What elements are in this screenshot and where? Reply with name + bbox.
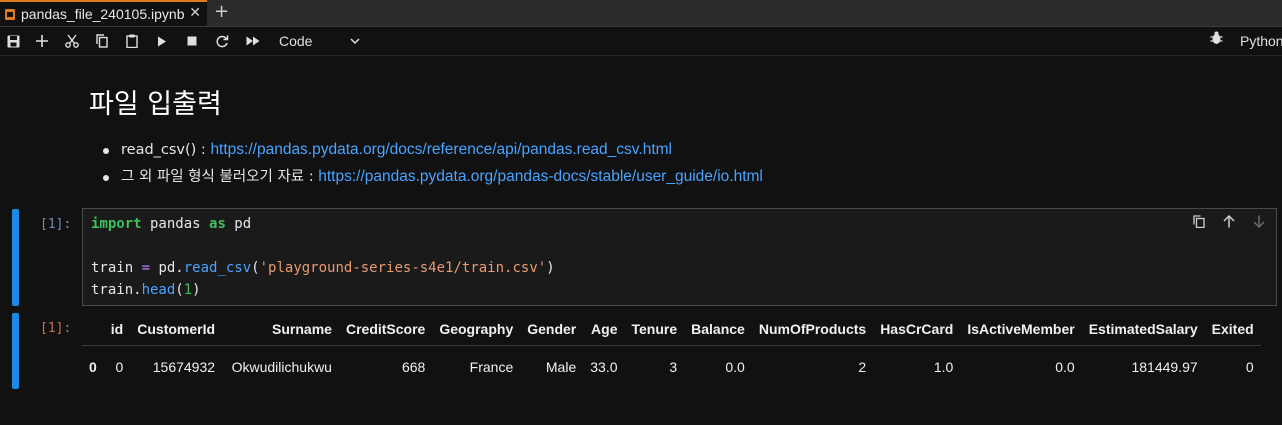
notebook-tab[interactable]: pandas_file_240105.ipynb ✕ (0, 0, 207, 26)
read-csv-link[interactable]: https://pandas.pydata.org/docs/reference… (210, 141, 672, 158)
table-cell: 33.0 (590, 359, 618, 375)
bug-icon[interactable] (1210, 31, 1223, 52)
cut-icon[interactable] (62, 31, 82, 51)
column-header (82, 317, 104, 346)
code-token: pandas (141, 216, 210, 232)
fast-forward-icon[interactable] (243, 31, 263, 51)
list-item-text: read_csv() : (121, 142, 211, 158)
column-header: Geography (432, 317, 521, 346)
code-token: train (91, 260, 142, 276)
column-header: CustomerId (130, 317, 223, 346)
copy-icon[interactable] (92, 31, 112, 51)
restart-icon[interactable] (212, 31, 232, 51)
table-cell: 0.0 (725, 359, 745, 375)
code-token: as (209, 216, 226, 232)
move-up-icon[interactable] (1223, 214, 1235, 232)
table-cell: Okwudilichukwu (231, 359, 332, 375)
table-cell: 0 (115, 359, 124, 375)
dataframe-table: id CustomerId Surname CreditScore Geogra… (82, 317, 1261, 384)
column-header: CreditScore (338, 317, 433, 346)
column-header: id (103, 317, 131, 346)
stop-icon[interactable] (182, 31, 202, 51)
output-selection-bar[interactable] (12, 313, 19, 389)
code-token: ) (192, 282, 201, 298)
tab-title: pandas_file_240105.ipynb (21, 6, 185, 22)
markdown-list: read_csv() : https://pandas.pydata.org/d… (98, 139, 763, 193)
code-editor[interactable]: import pandas as pd train = pd.read_csv(… (82, 208, 1277, 306)
duplicate-cell-icon[interactable] (1193, 215, 1205, 232)
column-header: Balance (684, 317, 752, 346)
table-cell: Male (545, 359, 577, 375)
cell-type-select[interactable]: Code (279, 31, 312, 51)
code-token: 'playground-series-s4e1/train.csv' (259, 260, 547, 276)
table-header-row: id CustomerId Surname CreditScore Geogra… (82, 317, 1261, 346)
code-token: = (141, 260, 151, 276)
run-icon[interactable] (152, 31, 172, 51)
column-header: Exited (1204, 317, 1261, 346)
list-item: 그 외 파일 형식 불러오기 자료 : https://pandas.pydat… (98, 166, 763, 193)
code-token: train. (91, 282, 142, 298)
table-cell: 0.0 (1055, 359, 1075, 375)
table-cell: 668 (401, 359, 426, 375)
code-token: import (91, 216, 142, 232)
code-token: ( (251, 260, 260, 276)
kernel-name[interactable]: Python (1240, 31, 1282, 51)
notebook-icon (5, 8, 15, 20)
code-token: pd (225, 216, 252, 232)
column-header: Surname (222, 317, 339, 346)
column-header: NumOfProducts (751, 317, 874, 346)
paste-icon[interactable] (122, 31, 142, 51)
table-cell: 181449.97 (1131, 359, 1198, 375)
column-header: IsActiveMember (960, 317, 1082, 346)
save-icon[interactable] (3, 31, 23, 51)
add-cell-icon[interactable] (32, 31, 52, 51)
table-row: 0 0 15674932 Okwudilichukwu 668 France M… (82, 346, 1261, 385)
io-guide-link[interactable]: https://pandas.pydata.org/pandas-docs/st… (318, 168, 763, 185)
list-item-text: 그 외 파일 형식 불러오기 자료 : (121, 169, 319, 185)
code-token: ) (546, 260, 555, 276)
output-prompt: [1]: (40, 321, 72, 336)
code-token: ( (175, 282, 184, 298)
code-token: read_csv (183, 260, 252, 276)
code-token: head (141, 282, 176, 298)
list-item: read_csv() : https://pandas.pydata.org/d… (98, 139, 763, 166)
table-cell: 3 (669, 359, 678, 375)
column-header: Gender (520, 317, 584, 346)
new-tab-button[interactable]: + (214, 2, 229, 22)
input-prompt: [1]: (40, 217, 72, 232)
cell-selection-bar[interactable] (12, 209, 19, 306)
code-token: pd. (150, 260, 184, 276)
move-down-icon[interactable] (1253, 215, 1265, 232)
code-text[interactable]: import pandas as pd train = pd.read_csv(… (91, 213, 555, 301)
code-token: 1 (183, 282, 193, 298)
column-header: HasCrCard (873, 317, 961, 346)
tab-bar: pandas_file_240105.ipynb ✕ + (0, 0, 1282, 27)
markdown-heading: 파일 입출력 (89, 89, 222, 120)
table-cell: 15674932 (152, 359, 216, 375)
chevron-down-icon[interactable] (350, 31, 360, 51)
close-icon[interactable]: ✕ (189, 5, 201, 21)
table-cell: France (469, 359, 514, 375)
table-cell: 1.0 (933, 359, 954, 375)
row-index: 0 (89, 359, 97, 375)
notebook-toolbar: Code Python (0, 27, 1282, 56)
table-cell: 0 (1245, 359, 1254, 375)
column-header: EstimatedSalary (1081, 317, 1205, 346)
column-header: Tenure (624, 317, 685, 346)
column-header: Age (583, 317, 625, 346)
table-cell: 2 (858, 359, 867, 375)
